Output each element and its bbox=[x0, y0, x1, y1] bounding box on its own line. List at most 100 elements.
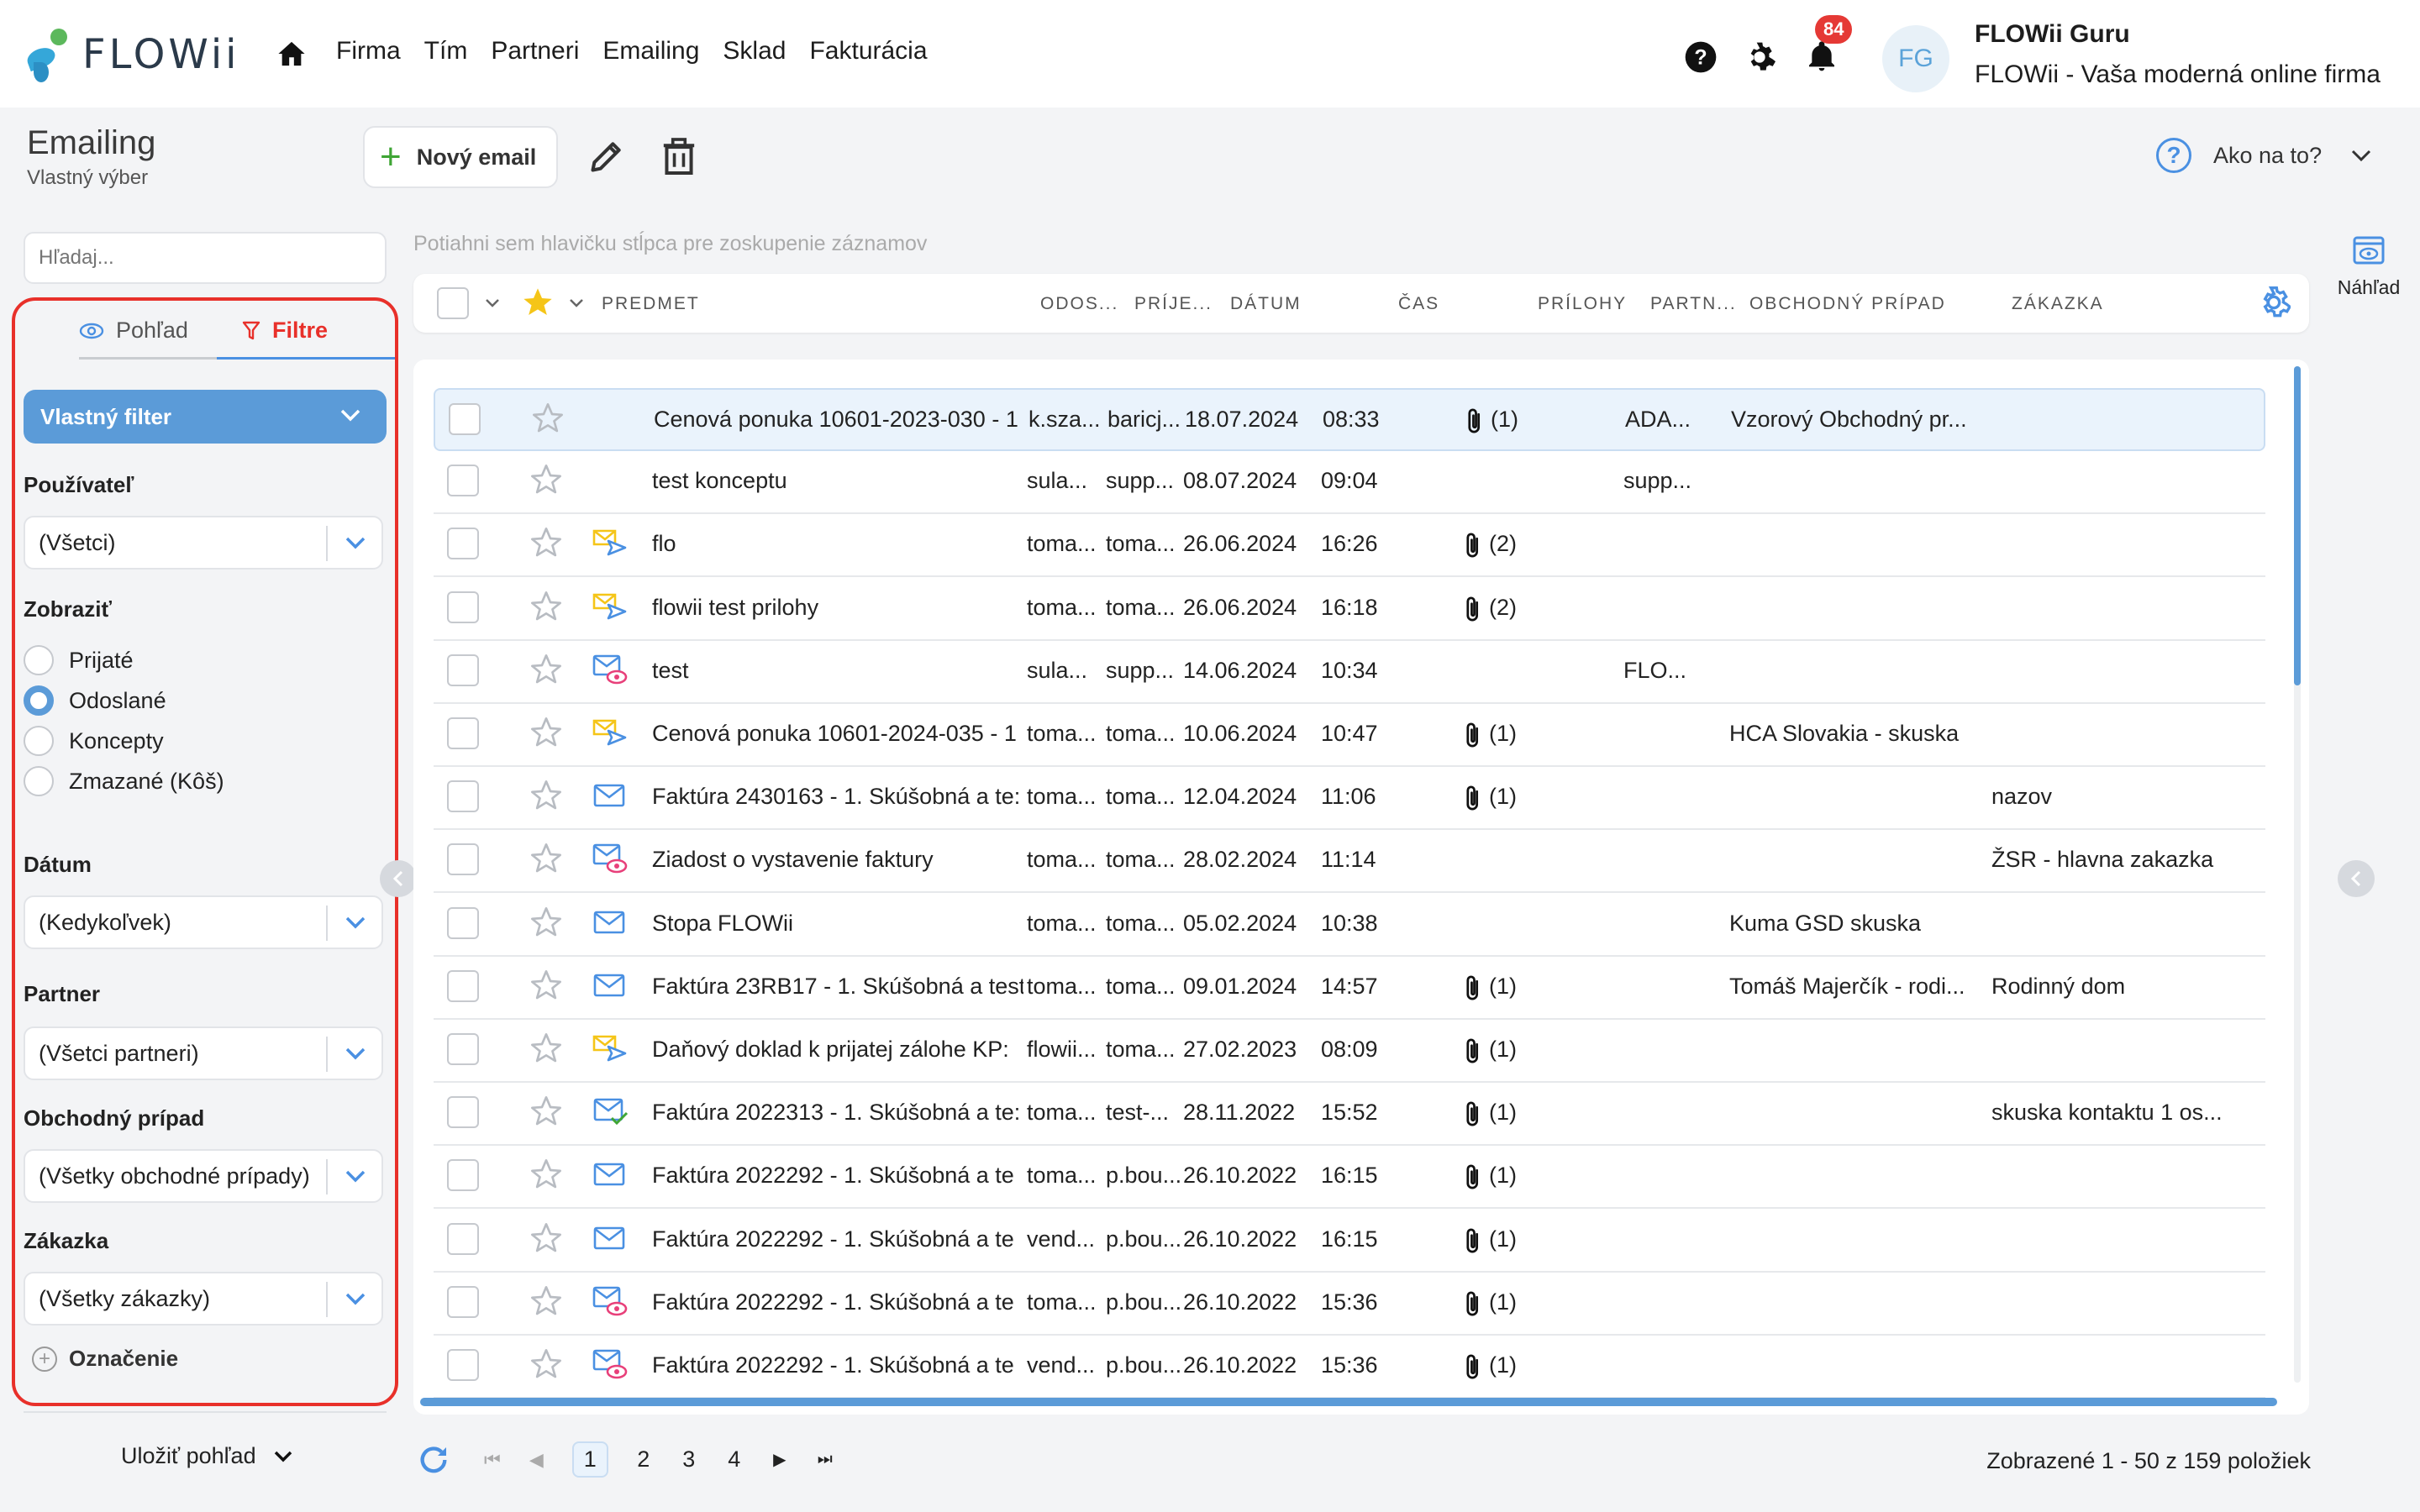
trash-icon[interactable] bbox=[662, 138, 696, 175]
column-header-subject[interactable]: PREDMET bbox=[602, 294, 700, 314]
table-row[interactable]: Ziadost o vystavenie faktury toma... toma.… bbox=[434, 830, 2265, 894]
star-icon[interactable] bbox=[529, 842, 563, 875]
nav-item-sklad[interactable]: Sklad bbox=[723, 37, 786, 66]
row-checkbox[interactable] bbox=[447, 906, 479, 939]
row-checkbox[interactable] bbox=[447, 465, 479, 497]
home-icon[interactable] bbox=[277, 40, 306, 67]
table-row[interactable]: Faktúra 2022292 - 1. Skúšobná a te toma..… bbox=[434, 1146, 2265, 1210]
table-row[interactable]: test sula... supp... 14.06.2024 10:34 FLO... bbox=[434, 641, 2265, 704]
row-checkbox[interactable] bbox=[447, 591, 479, 623]
preview-toggle[interactable]: Náhľad bbox=[2331, 235, 2407, 299]
table-row[interactable]: Faktúra 2022292 - 1. Skúšobná a te toma..… bbox=[434, 1273, 2265, 1336]
star-icon[interactable] bbox=[529, 1221, 563, 1255]
column-header-date[interactable]: DÁTUM bbox=[1230, 294, 1302, 314]
radio-button[interactable] bbox=[24, 726, 54, 756]
table-row[interactable]: Cenová ponuka 10601-2023-030 - 1 k.sza...… bbox=[434, 388, 2265, 451]
row-checkbox[interactable] bbox=[447, 969, 479, 1002]
chevron-down-icon[interactable] bbox=[568, 297, 585, 309]
row-checkbox[interactable] bbox=[447, 1159, 479, 1192]
radio-received[interactable]: Prijaté bbox=[24, 645, 134, 675]
star-icon[interactable] bbox=[529, 590, 563, 623]
nav-item-tim[interactable]: Tím bbox=[424, 37, 468, 66]
table-row[interactable]: flowii test prilohy toma... toma... 26.06.2… bbox=[434, 578, 2265, 641]
next-page-icon[interactable]: ▶ bbox=[770, 1449, 790, 1470]
radio-drafts[interactable]: Koncepty bbox=[24, 726, 164, 756]
radio-button-selected[interactable] bbox=[24, 685, 54, 716]
date-filter-select[interactable]: (Kedykoľvek) bbox=[24, 895, 383, 949]
star-icon[interactable] bbox=[529, 653, 563, 686]
star-icon[interactable] bbox=[529, 969, 563, 1002]
table-row[interactable]: Cenová ponuka 10601-2024-035 - 1 toma... t… bbox=[434, 704, 2265, 767]
user-filter-select[interactable]: (Všetci) bbox=[24, 516, 383, 570]
column-header-from[interactable]: ODOS... bbox=[1040, 294, 1118, 314]
star-icon[interactable] bbox=[529, 779, 563, 812]
table-row[interactable]: Faktúra 2022292 - 1. Skúšobná a te vend..… bbox=[434, 1336, 2265, 1399]
nav-item-fakturacia[interactable]: Fakturácia bbox=[809, 37, 927, 66]
avatar[interactable]: FG bbox=[1882, 25, 1949, 92]
gear-icon[interactable] bbox=[1743, 40, 1776, 74]
page-button[interactable]: 2 bbox=[634, 1446, 654, 1473]
refresh-icon[interactable] bbox=[417, 1443, 450, 1477]
radio-button[interactable] bbox=[24, 766, 54, 796]
table-row[interactable]: Daňový doklad k prijatej zálohe KP: flowi… bbox=[434, 1020, 2265, 1083]
row-checkbox[interactable] bbox=[447, 717, 479, 749]
column-header-to[interactable]: PRÍJE... bbox=[1134, 294, 1213, 314]
radio-deleted[interactable]: Zmazané (Kôš) bbox=[24, 766, 224, 796]
nav-item-firma[interactable]: Firma bbox=[336, 37, 401, 66]
column-header-attachments[interactable]: PRÍLOHY bbox=[1538, 294, 1627, 314]
table-row[interactable]: Faktúra 2430163 - 1. Skúšobná a te: toma.… bbox=[434, 767, 2265, 831]
star-icon[interactable] bbox=[529, 906, 563, 939]
page-button[interactable]: 3 bbox=[679, 1446, 699, 1473]
flowii-logo[interactable]: FLOWii bbox=[24, 25, 240, 84]
row-checkbox[interactable] bbox=[447, 1096, 479, 1129]
table-row[interactable]: flo toma... toma... 26.06.2024 16:26 (2) bbox=[434, 514, 2265, 578]
order-filter-select[interactable]: (Všetky zákazky) bbox=[24, 1272, 383, 1326]
row-checkbox[interactable] bbox=[447, 654, 479, 686]
scrollbar-thumb[interactable] bbox=[2294, 366, 2301, 685]
custom-filter-select[interactable]: Vlastný filter bbox=[24, 390, 387, 444]
table-row[interactable]: test konceptu sula... supp... 08.07.2024 09:… bbox=[434, 451, 2265, 515]
last-page-icon[interactable]: ⏭ bbox=[815, 1450, 835, 1469]
prev-page-icon[interactable]: ◀ bbox=[529, 1449, 544, 1471]
row-checkbox[interactable] bbox=[447, 1222, 479, 1255]
page-button-current[interactable]: 1 bbox=[571, 1441, 608, 1478]
star-icon[interactable] bbox=[529, 526, 563, 559]
row-checkbox[interactable] bbox=[447, 1033, 479, 1065]
star-icon[interactable] bbox=[531, 402, 565, 435]
case-filter-select[interactable]: (Všetky obchodné prípady) bbox=[24, 1149, 383, 1203]
expand-preview-button[interactable] bbox=[2338, 860, 2375, 897]
chevron-down-icon[interactable] bbox=[484, 297, 501, 309]
new-email-button[interactable]: + Nový email bbox=[363, 126, 558, 188]
vertical-scrollbar[interactable] bbox=[2294, 366, 2301, 1383]
table-row[interactable]: Faktúra 2022313 - 1. Skúšobná a te: toma.… bbox=[434, 1083, 2265, 1147]
marking-toggle[interactable]: + Označenie bbox=[32, 1346, 178, 1372]
star-icon[interactable] bbox=[529, 1284, 563, 1318]
column-header-time[interactable]: ČAS bbox=[1398, 294, 1439, 314]
star-icon[interactable] bbox=[529, 1347, 563, 1381]
tab-view[interactable]: Pohľad bbox=[79, 318, 217, 360]
bell-icon[interactable] bbox=[1805, 39, 1839, 72]
column-header-order[interactable]: ZÁKAZKA bbox=[2012, 294, 2104, 314]
page-button[interactable]: 4 bbox=[724, 1446, 744, 1473]
star-icon[interactable] bbox=[529, 1095, 563, 1128]
partner-filter-select[interactable]: (Všetci partneri) bbox=[24, 1026, 383, 1080]
nav-item-partneri[interactable]: Partneri bbox=[491, 37, 579, 66]
table-row[interactable]: Faktúra 23RB17 - 1. Skúšobná a test toma.… bbox=[434, 957, 2265, 1020]
nav-item-emailing[interactable]: Emailing bbox=[602, 37, 699, 66]
row-checkbox[interactable] bbox=[447, 1349, 479, 1381]
radio-sent[interactable]: Odoslané bbox=[24, 685, 166, 716]
star-icon[interactable] bbox=[529, 716, 563, 749]
help-icon[interactable]: ? bbox=[1684, 40, 1718, 74]
search-input[interactable] bbox=[24, 232, 387, 284]
collapse-sidebar-button[interactable] bbox=[380, 860, 417, 897]
table-row[interactable]: Stopa FLOWii toma... toma... 05.02.2024 10:3… bbox=[434, 894, 2265, 957]
user-name[interactable]: FLOWii Guru bbox=[1975, 20, 2130, 49]
row-checkbox[interactable] bbox=[447, 780, 479, 813]
first-page-icon[interactable]: ⏮ bbox=[484, 1449, 501, 1471]
radio-button[interactable] bbox=[24, 645, 54, 675]
column-header-business-case[interactable]: OBCHODNÝ PRÍPAD bbox=[1749, 294, 1946, 314]
star-icon[interactable] bbox=[529, 463, 563, 496]
star-icon[interactable] bbox=[529, 1032, 563, 1065]
column-header-partner[interactable]: PARTN... bbox=[1650, 294, 1737, 314]
row-checkbox[interactable] bbox=[447, 528, 479, 560]
